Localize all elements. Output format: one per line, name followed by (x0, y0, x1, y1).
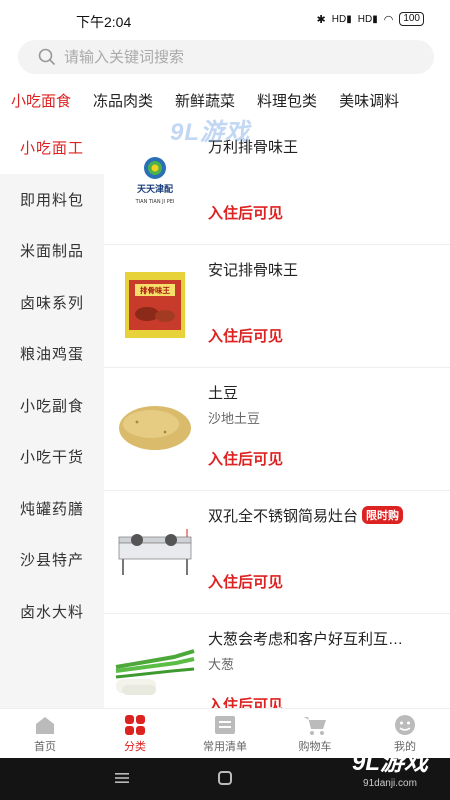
search-icon (30, 40, 64, 74)
product-item[interactable]: 双孔全不锈钢简易灶台 限时购 入住后可见 (104, 491, 450, 614)
home-button-icon[interactable] (218, 771, 232, 785)
limited-time-badge: 限时购 (362, 506, 404, 524)
sidebar-item-braised[interactable]: 卤味系列 (0, 277, 104, 329)
nav-label: 分类 (124, 740, 146, 753)
product-price: 入住后可见 (208, 451, 284, 468)
profile-icon (393, 714, 417, 736)
sidebar: 小吃面工 即用料包 米面制品 卤味系列 粮油鸡蛋 小吃副食 小吃干货 炖罐药膳 … (0, 122, 104, 708)
thumb-logo-text: 天天津配 (137, 183, 173, 195)
product-thumbnail (114, 644, 196, 704)
brand-logo-url: 91danji.com (363, 778, 417, 789)
tab-frozen-meat[interactable]: 冻品肉类 (82, 86, 164, 126)
category-icon (123, 714, 147, 736)
sidebar-item-dry-goods[interactable]: 小吃干货 (0, 431, 104, 483)
product-list: 天天津配 TIAN TIAN JI PEI 万利排骨味王 入住后可见 排骨味王 … (104, 122, 450, 708)
product-thumbnail: 排骨味王 (114, 272, 196, 338)
nav-label: 常用清单 (203, 740, 247, 753)
product-item[interactable]: 排骨味王 安记排骨味王 入住后可见 (104, 245, 450, 368)
sidebar-item-stew-herbal[interactable]: 炖罐药膳 (0, 483, 104, 535)
signal-icon-1: HD▮ (331, 13, 352, 25)
nav-home[interactable]: 首页 (0, 709, 90, 758)
wifi-icon: ◠ (383, 13, 394, 26)
product-price: 入住后可见 (208, 328, 284, 345)
sidebar-item-rice-flour[interactable]: 米面制品 (0, 225, 104, 277)
product-name: 大葱会考虑和客户好互利互… (208, 631, 404, 648)
signal-icon-2: HD▮ (357, 13, 378, 25)
status-bar: 下午2:04 ✱ HD▮ HD▮ ◠ 100 (0, 0, 450, 40)
product-price: 入住后可见 (208, 574, 284, 591)
product-subtitle: 沙地土豆 (208, 411, 261, 426)
product-name: 安记排骨味王 (208, 262, 299, 279)
product-item[interactable]: 天天津配 TIAN TIAN JI PEI 万利排骨味王 入住后可见 (104, 122, 450, 245)
nav-category[interactable]: 分类 (90, 709, 180, 758)
search-bar[interactable] (18, 40, 434, 74)
watermark-logo: 9L游戏 (170, 119, 251, 146)
bluetooth-icon: ✱ (316, 13, 326, 26)
nav-frequent-list[interactable]: 常用清单 (180, 709, 270, 758)
sidebar-item-ready-packs[interactable]: 即用料包 (0, 174, 104, 226)
product-thumbnail (114, 398, 196, 458)
brand-logo-text: 9L游戏 (351, 749, 428, 776)
product-thumbnail: 天天津配 TIAN TIAN JI PEI (114, 152, 196, 212)
status-time: 下午2:04 (76, 14, 132, 30)
status-icons: ✱ HD▮ HD▮ ◠ 100 (317, 12, 424, 26)
product-item[interactable]: 大葱会考虑和客户好互利互… 大葱 入住后可见 (104, 614, 450, 708)
product-item[interactable]: 土豆 沙地土豆 入住后可见 (104, 368, 450, 491)
nav-label: 购物车 (298, 740, 332, 753)
menu-icon[interactable] (115, 771, 129, 785)
product-name: 双孔全不锈钢简易灶台 限时购 (208, 505, 404, 526)
product-name: 土豆 (208, 385, 239, 402)
sidebar-item-snack-noodle[interactable]: 小吃面工 (0, 122, 104, 174)
search-input[interactable] (64, 48, 384, 66)
tab-cooking-packs[interactable]: 料理包类 (246, 86, 328, 126)
product-price: 入住后可见 (208, 697, 284, 708)
home-icon (33, 714, 57, 736)
tab-snacks-noodles[interactable]: 小吃面食 (0, 86, 82, 126)
thumb-label: 排骨味王 (140, 285, 170, 295)
thumb-logo-sub: TIAN TIAN JI PEI (135, 199, 175, 205)
battery-icon: 100 (399, 12, 424, 26)
product-price: 入住后可见 (208, 205, 284, 222)
sidebar-item-grain-oil-eggs[interactable]: 粮油鸡蛋 (0, 328, 104, 380)
sidebar-item-shaxian[interactable]: 沙县特产 (0, 534, 104, 586)
product-subtitle: 大葱 (208, 657, 235, 672)
list-icon (213, 714, 237, 736)
product-thumbnail (114, 521, 196, 581)
tab-seasonings[interactable]: 美味调料 (328, 86, 410, 126)
cart-icon (303, 714, 327, 736)
sidebar-item-brine-spices[interactable]: 卤水大料 (0, 586, 104, 638)
sidebar-item-side-food[interactable]: 小吃副食 (0, 380, 104, 432)
nav-label: 首页 (34, 740, 56, 753)
brand-logo: 9L游戏 91danji.com (340, 748, 440, 798)
